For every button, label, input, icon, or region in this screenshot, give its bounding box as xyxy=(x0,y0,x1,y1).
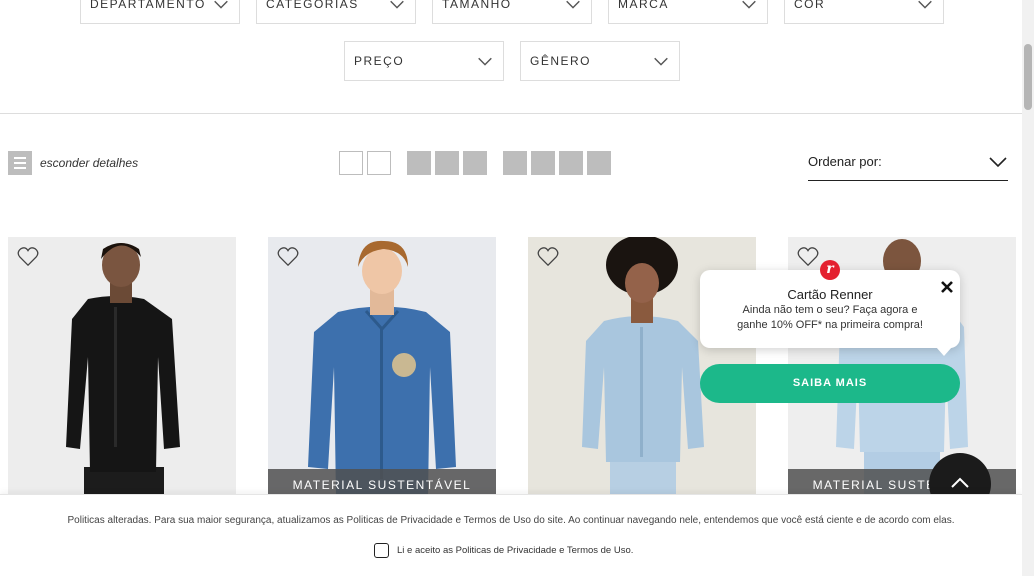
filter-label: DEPARTAMENTO xyxy=(90,0,206,11)
heart-icon[interactable] xyxy=(537,247,559,267)
filter-label: CATEGORIAS xyxy=(266,0,359,11)
filter-tamanho[interactable]: TAMANHO xyxy=(432,0,592,24)
chevron-down-icon xyxy=(989,157,1007,168)
view-3-columns-button-b[interactable] xyxy=(435,151,459,175)
cookie-accept-checkbox[interactable] xyxy=(374,543,389,558)
heart-icon[interactable] xyxy=(17,247,39,267)
chevron-down-icon xyxy=(654,57,668,66)
view-4-columns-button-c[interactable] xyxy=(559,151,583,175)
promo-line-1: Ainda não tem o seu? Faça agora e xyxy=(742,304,918,316)
filter-marca[interactable]: MARCA xyxy=(608,0,768,24)
filter-genero[interactable]: GÊNERO xyxy=(520,41,680,81)
page-scrollbar[interactable] xyxy=(1022,0,1034,576)
heart-icon[interactable] xyxy=(277,247,299,267)
promo-line-2: ganhe 10% OFF* na primeira compra! xyxy=(737,319,923,331)
hide-details-toggle[interactable]: esconder detalhes xyxy=(8,151,138,175)
filter-preco[interactable]: PREÇO xyxy=(344,41,504,81)
chevron-down-icon xyxy=(214,0,228,9)
product-card[interactable]: MATERIAL SUSTENTÁVEL xyxy=(268,237,496,537)
sort-label: Ordenar por: xyxy=(808,154,882,169)
product-card[interactable] xyxy=(8,237,236,537)
renner-logo: r xyxy=(820,260,840,280)
chevron-down-icon xyxy=(742,0,756,9)
heart-icon[interactable] xyxy=(797,247,819,267)
filter-label: COR xyxy=(794,0,826,11)
chevron-down-icon xyxy=(478,57,492,66)
saiba-mais-button[interactable]: SAIBA MAIS xyxy=(700,364,960,403)
filter-label: PREÇO xyxy=(354,54,405,68)
filter-departamento[interactable]: DEPARTAMENTO xyxy=(80,0,240,24)
view-2-columns-button[interactable] xyxy=(339,151,363,175)
cookie-accept-label: Li e aceito as Politicas de Privacidade … xyxy=(397,545,634,556)
filter-cor[interactable]: COR xyxy=(784,0,944,24)
promo-title: Cartão Renner xyxy=(787,287,873,302)
filter-label: MARCA xyxy=(618,0,669,11)
chevron-down-icon xyxy=(566,0,580,9)
scrollbar-thumb[interactable] xyxy=(1024,44,1032,110)
hide-details-label: esconder detalhes xyxy=(40,156,139,170)
product-image xyxy=(8,237,236,537)
filter-divider xyxy=(0,113,1022,114)
view-4-columns-button-d[interactable] xyxy=(587,151,611,175)
chevron-down-icon xyxy=(918,0,932,9)
promo-popover: Cartão Renner Ainda não tem o seu? Faça … xyxy=(700,270,960,356)
filter-categorias[interactable]: CATEGORIAS xyxy=(256,0,416,24)
filter-label: TAMANHO xyxy=(442,0,512,11)
filter-label: GÊNERO xyxy=(530,54,592,68)
chevron-up-icon xyxy=(951,477,969,488)
view-2-columns-button-b[interactable] xyxy=(367,151,391,175)
cookie-policy-text: Politicas alteradas. Para sua maior segu… xyxy=(67,515,955,526)
chevron-down-icon xyxy=(390,0,404,9)
close-icon[interactable] xyxy=(940,280,954,294)
view-4-columns-button-b[interactable] xyxy=(531,151,555,175)
view-3-columns-button-c[interactable] xyxy=(463,151,487,175)
view-4-columns-button[interactable] xyxy=(503,151,527,175)
cookie-banner: Politicas alteradas. Para sua maior segu… xyxy=(0,494,1022,576)
view-3-columns-button[interactable] xyxy=(407,151,431,175)
sort-dropdown[interactable]: Ordenar por: xyxy=(808,148,1008,181)
menu-icon xyxy=(8,151,32,175)
product-listing-page: DEPARTAMENTO CATEGORIAS TAMANHO MARCA CO… xyxy=(0,0,1034,576)
cookie-accept-control[interactable]: Li e aceito as Politicas de Privacidade … xyxy=(374,543,633,558)
